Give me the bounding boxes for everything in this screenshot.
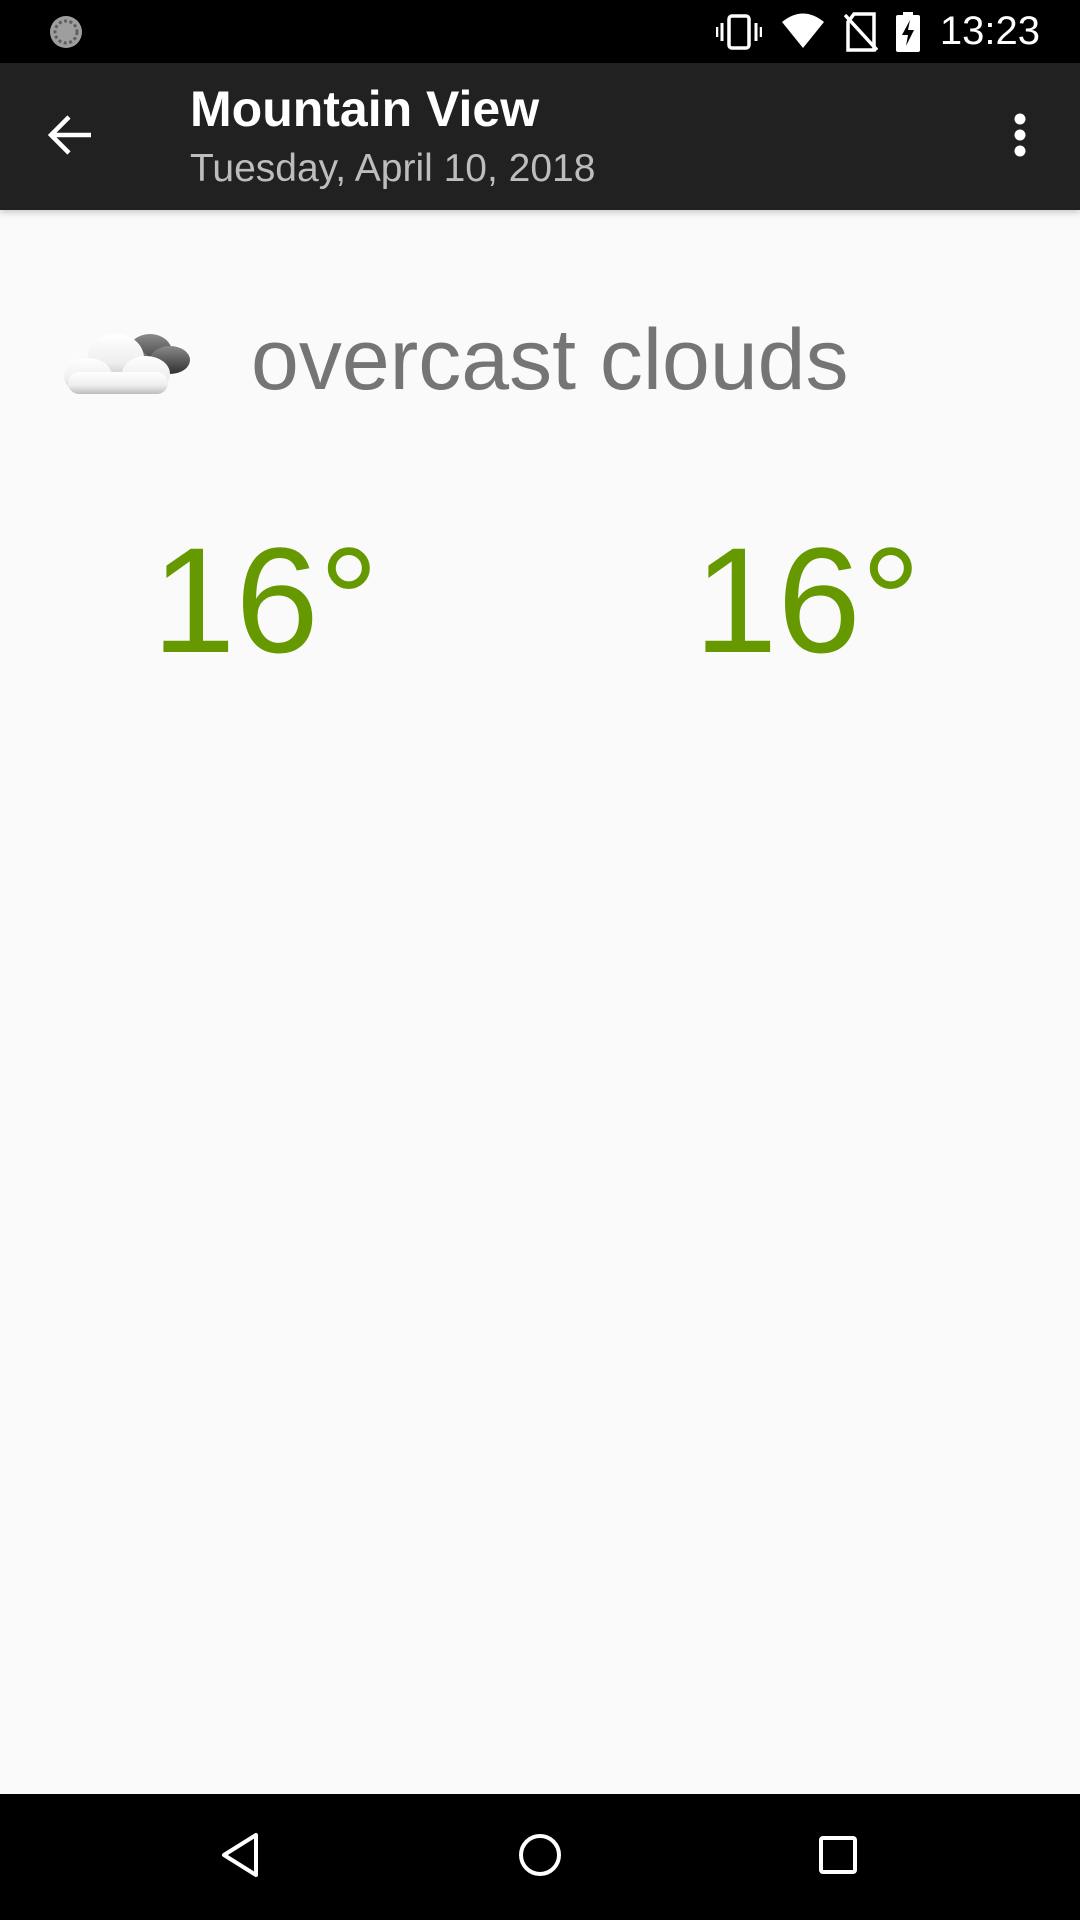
page-subtitle: Tuesday, April 10, 2018	[190, 147, 596, 190]
arrow-back-icon	[47, 112, 93, 162]
low-temperature: 16°	[694, 516, 921, 684]
title-block: Mountain View Tuesday, April 10, 2018	[190, 79, 595, 193]
vibrate-icon	[715, 13, 762, 51]
status-bar: 13:23	[0, 0, 1080, 63]
nav-recents-icon	[818, 1835, 858, 1879]
high-temperature: 16°	[152, 516, 379, 684]
nav-back-button[interactable]	[190, 1812, 290, 1902]
weather-description: overcast clouds	[251, 311, 849, 408]
navigation-bar	[0, 1794, 1080, 1920]
nav-recents-button[interactable]	[788, 1812, 888, 1902]
nav-home-button[interactable]	[490, 1812, 590, 1902]
nav-back-icon	[218, 1831, 262, 1883]
status-icons: 13:23	[698, 0, 1040, 63]
more-vert-icon	[1013, 112, 1027, 162]
battery-charging-icon	[895, 11, 920, 52]
wifi-icon	[780, 13, 826, 51]
weather-summary: overcast clouds	[58, 295, 849, 425]
overflow-menu-button[interactable]	[978, 95, 1062, 179]
status-time: 13:23	[939, 9, 1040, 53]
app-bar: Mountain View Tuesday, April 10, 2018	[0, 63, 1080, 210]
nav-home-icon	[517, 1832, 563, 1882]
back-button[interactable]	[24, 95, 116, 179]
overcast-clouds-icon	[58, 310, 203, 410]
sync-icon	[47, 13, 85, 51]
no-sim-icon	[843, 11, 878, 52]
page-title: Mountain View	[190, 81, 540, 137]
